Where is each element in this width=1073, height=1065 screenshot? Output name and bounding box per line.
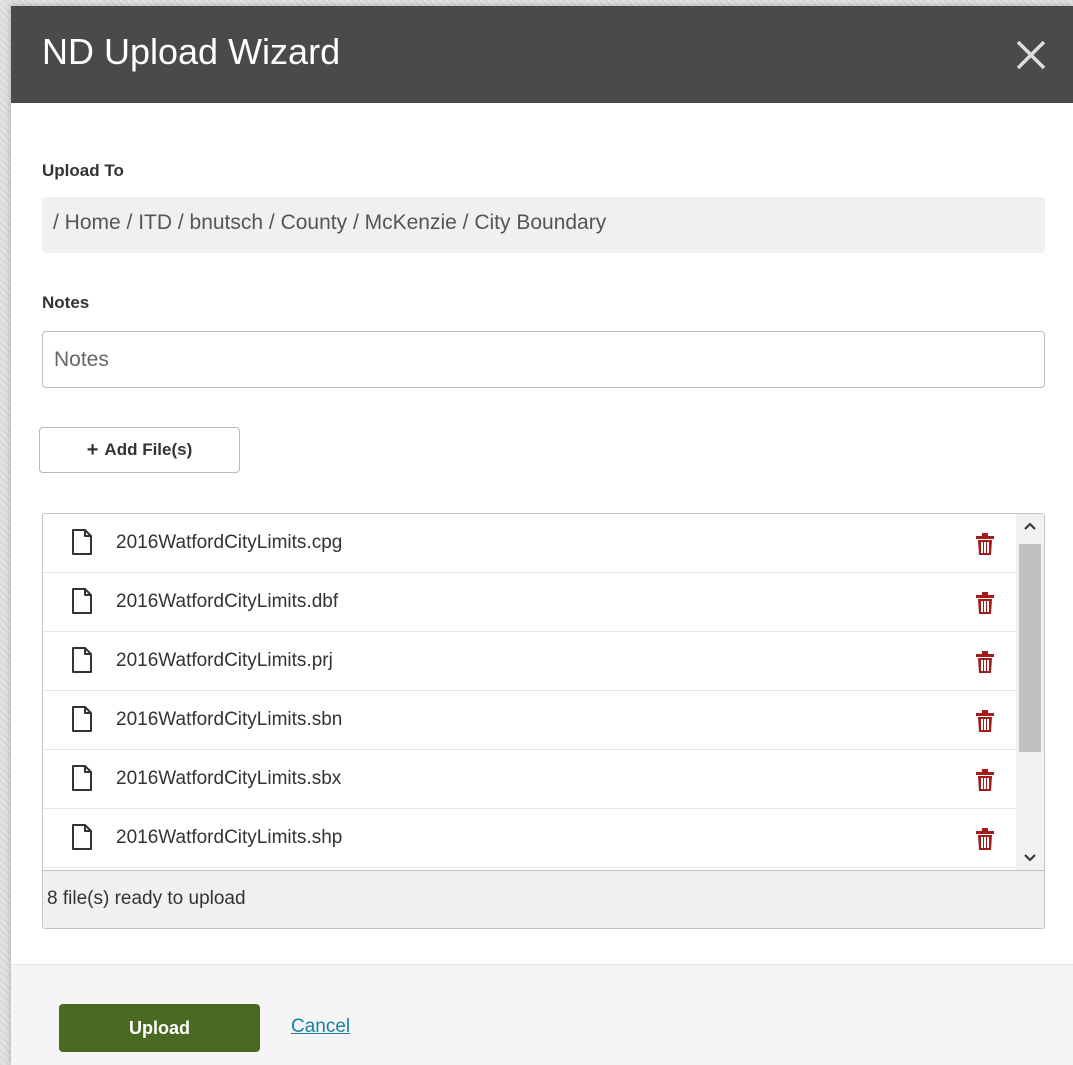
trash-icon[interactable] bbox=[976, 651, 994, 673]
modal-header: ND Upload Wizard bbox=[11, 6, 1073, 103]
file-name: 2016WatfordCityLimits.sbn bbox=[116, 709, 343, 730]
trash-icon[interactable] bbox=[976, 533, 994, 555]
close-icon[interactable] bbox=[1011, 35, 1051, 75]
file-row: 2016WatfordCityLimits.dbf bbox=[43, 573, 1016, 632]
file-name: 2016WatfordCityLimits.cpg bbox=[116, 532, 343, 553]
file-icon bbox=[71, 824, 93, 850]
notes-input[interactable] bbox=[42, 331, 1045, 388]
file-row: 2016WatfordCityLimits.prj bbox=[43, 632, 1016, 691]
file-icon bbox=[71, 588, 93, 614]
file-list[interactable]: 2016WatfordCityLimits.cpg 2016WatfordCit… bbox=[43, 514, 1016, 870]
plus-icon: + bbox=[86, 439, 99, 461]
file-name: 2016WatfordCityLimits.shp bbox=[116, 827, 343, 848]
file-count-status: 8 file(s) ready to upload bbox=[43, 870, 1044, 928]
file-name: 2016WatfordCityLimits.prj bbox=[116, 650, 333, 671]
file-list-scrollbar[interactable] bbox=[1016, 514, 1044, 870]
trash-icon[interactable] bbox=[976, 769, 994, 791]
upload-path: / Home / ITD / bnutsch / County / McKenz… bbox=[42, 197, 1045, 253]
upload-wizard-modal: ND Upload Wizard Upload To / Home / ITD … bbox=[11, 6, 1073, 1065]
modal-footer: Upload Cancel bbox=[11, 964, 1073, 1065]
file-icon bbox=[71, 765, 93, 791]
scroll-up-icon[interactable] bbox=[1016, 514, 1044, 538]
file-icon bbox=[71, 647, 93, 673]
cancel-link[interactable]: Cancel bbox=[291, 1016, 350, 1038]
add-files-button[interactable]: + Add File(s) bbox=[39, 427, 240, 473]
file-name: 2016WatfordCityLimits.sbx bbox=[116, 768, 342, 789]
trash-icon[interactable] bbox=[976, 592, 994, 614]
scrollbar-thumb[interactable] bbox=[1019, 544, 1041, 752]
upload-to-label: Upload To bbox=[42, 161, 124, 180]
file-icon bbox=[71, 529, 93, 555]
scroll-down-icon[interactable] bbox=[1016, 846, 1044, 870]
file-row: 2016WatfordCityLimits.cpg bbox=[43, 514, 1016, 573]
trash-icon[interactable] bbox=[976, 828, 994, 850]
file-row: 2016WatfordCityLimits.sbx bbox=[43, 750, 1016, 809]
file-list-panel: 2016WatfordCityLimits.cpg 2016WatfordCit… bbox=[42, 513, 1045, 929]
notes-label: Notes bbox=[42, 293, 90, 312]
modal-title: ND Upload Wizard bbox=[42, 31, 341, 72]
trash-icon[interactable] bbox=[976, 710, 994, 732]
file-row: 2016WatfordCityLimits.sbn bbox=[43, 691, 1016, 750]
upload-button[interactable]: Upload bbox=[59, 1004, 260, 1052]
file-icon bbox=[71, 706, 93, 732]
add-files-label: Add File(s) bbox=[104, 440, 193, 459]
file-name: 2016WatfordCityLimits.dbf bbox=[116, 591, 339, 612]
file-row: 2016WatfordCityLimits.shp bbox=[43, 809, 1016, 868]
